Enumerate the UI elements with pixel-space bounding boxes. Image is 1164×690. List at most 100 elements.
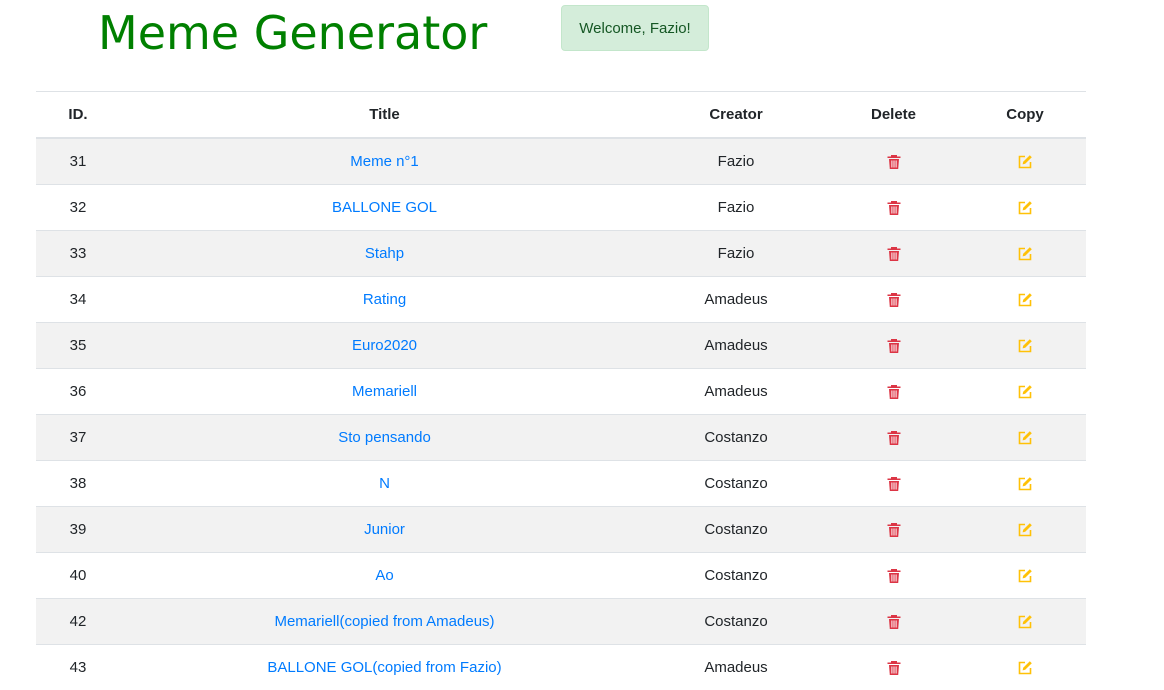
cell-creator: Costanzo xyxy=(649,507,823,553)
meme-title-link[interactable]: Euro2020 xyxy=(352,337,417,354)
cell-delete xyxy=(823,231,964,277)
cell-id: 32 xyxy=(36,185,120,231)
cell-id: 40 xyxy=(36,553,120,599)
cell-copy xyxy=(964,553,1086,599)
cell-delete xyxy=(823,323,964,369)
cell-delete xyxy=(823,369,964,415)
trash-icon[interactable] xyxy=(886,522,902,538)
meme-title-link[interactable]: Meme n°1 xyxy=(350,153,419,170)
cell-title: N xyxy=(120,461,649,507)
trash-icon[interactable] xyxy=(886,568,902,584)
meme-title-link[interactable]: Rating xyxy=(363,291,406,308)
trash-icon[interactable] xyxy=(886,292,902,308)
cell-creator: Costanzo xyxy=(649,599,823,645)
table-row: 36MemariellAmadeus xyxy=(36,369,1086,415)
table-row: 33StahpFazio xyxy=(36,231,1086,277)
table-row: 39JuniorCostanzo xyxy=(36,507,1086,553)
meme-title-link[interactable]: Ao xyxy=(375,567,393,584)
welcome-alert: Welcome, Fazio! xyxy=(561,5,709,51)
pencil-square-icon[interactable] xyxy=(1017,338,1033,354)
table-row: 42 Memariell(copied from Amadeus) Costanzo xyxy=(36,599,1086,645)
cell-delete xyxy=(823,415,964,461)
cell-title: Meme n°1 xyxy=(120,138,649,185)
table-row: 40 Ao Costanzo xyxy=(36,553,1086,599)
trash-icon[interactable] xyxy=(886,154,902,170)
cell-id: 43 xyxy=(36,645,120,690)
cell-id: 31 xyxy=(36,138,120,185)
pencil-square-icon[interactable] xyxy=(1017,614,1033,630)
memes-table: ID. Title Creator Delete Copy 31 Meme n°1… xyxy=(36,91,1086,690)
trash-icon[interactable] xyxy=(886,246,902,262)
cell-copy xyxy=(964,507,1086,553)
trash-icon[interactable] xyxy=(886,660,902,676)
trash-icon[interactable] xyxy=(886,200,902,216)
meme-title-link[interactable]: Memariell xyxy=(352,383,417,400)
cell-copy xyxy=(964,461,1086,507)
pencil-square-icon[interactable] xyxy=(1017,154,1033,170)
pencil-square-icon[interactable] xyxy=(1017,292,1033,308)
trash-icon[interactable] xyxy=(886,384,902,400)
cell-id: 38 xyxy=(36,461,120,507)
cell-copy xyxy=(964,415,1086,461)
cell-copy xyxy=(964,323,1086,369)
cell-title: Rating xyxy=(120,277,649,323)
meme-title-link[interactable]: BALLONE GOL xyxy=(332,199,437,216)
cell-copy xyxy=(964,277,1086,323)
cell-delete xyxy=(823,185,964,231)
cell-delete xyxy=(823,553,964,599)
table-row: 31Meme n°1Fazio xyxy=(36,138,1086,185)
cell-id: 36 xyxy=(36,369,120,415)
cell-id: 34 xyxy=(36,277,120,323)
table-row: 35Euro2020Amadeus xyxy=(36,323,1086,369)
cell-id: 35 xyxy=(36,323,120,369)
cell-title: Memariell(copied from Amadeus) xyxy=(120,599,649,645)
table-header-row: ID. Title Creator Delete Copy xyxy=(36,92,1086,139)
cell-title: Memariell xyxy=(120,369,649,415)
meme-title-link[interactable]: Junior xyxy=(364,521,405,538)
cell-copy xyxy=(964,369,1086,415)
cell-creator: Costanzo xyxy=(649,553,823,599)
cell-title: Euro2020 xyxy=(120,323,649,369)
header-delete: Delete xyxy=(823,92,964,139)
pencil-square-icon[interactable] xyxy=(1017,200,1033,216)
cell-copy xyxy=(964,231,1086,277)
table-body: 31Meme n°1Fazio32BALLONE GOLFazio33Stahp… xyxy=(36,138,1086,690)
cell-delete xyxy=(823,599,964,645)
table-row: 37 Sto pensando Costanzo xyxy=(36,415,1086,461)
cell-id: 37 xyxy=(36,415,120,461)
cell-creator: Amadeus xyxy=(649,277,823,323)
header-id: ID. xyxy=(36,92,120,139)
pencil-square-icon[interactable] xyxy=(1017,476,1033,492)
cell-id: 42 xyxy=(36,599,120,645)
cell-title: Sto pensando xyxy=(120,415,649,461)
pencil-square-icon[interactable] xyxy=(1017,522,1033,538)
trash-icon[interactable] xyxy=(886,476,902,492)
meme-title-link[interactable]: BALLONE GOL(copied from Fazio) xyxy=(267,659,501,676)
meme-title-link[interactable]: Stahp xyxy=(365,245,404,262)
cell-delete xyxy=(823,461,964,507)
pencil-square-icon[interactable] xyxy=(1017,246,1033,262)
pencil-square-icon[interactable] xyxy=(1017,384,1033,400)
cell-title: Junior xyxy=(120,507,649,553)
cell-creator: Costanzo xyxy=(649,415,823,461)
table-row: 43 BALLONE GOL(copied from Fazio) Amadeus xyxy=(36,645,1086,690)
table-row: 32BALLONE GOLFazio xyxy=(36,185,1086,231)
cell-delete xyxy=(823,277,964,323)
app-title: Meme Generator xyxy=(98,4,487,62)
pencil-square-icon[interactable] xyxy=(1017,660,1033,676)
meme-title-link[interactable]: Sto pensando xyxy=(338,429,431,446)
meme-title-link[interactable]: Memariell(copied from Amadeus) xyxy=(274,613,494,630)
pencil-square-icon[interactable] xyxy=(1017,568,1033,584)
table-row: 34 Rating Amadeus xyxy=(36,277,1086,323)
trash-icon[interactable] xyxy=(886,614,902,630)
cell-delete xyxy=(823,138,964,185)
cell-creator: Amadeus xyxy=(649,645,823,690)
trash-icon[interactable] xyxy=(886,430,902,446)
trash-icon[interactable] xyxy=(886,338,902,354)
cell-title: Ao xyxy=(120,553,649,599)
cell-id: 33 xyxy=(36,231,120,277)
cell-title: BALLONE GOL(copied from Fazio) xyxy=(120,645,649,690)
header-copy: Copy xyxy=(964,92,1086,139)
pencil-square-icon[interactable] xyxy=(1017,430,1033,446)
meme-title-link[interactable]: N xyxy=(379,475,390,492)
